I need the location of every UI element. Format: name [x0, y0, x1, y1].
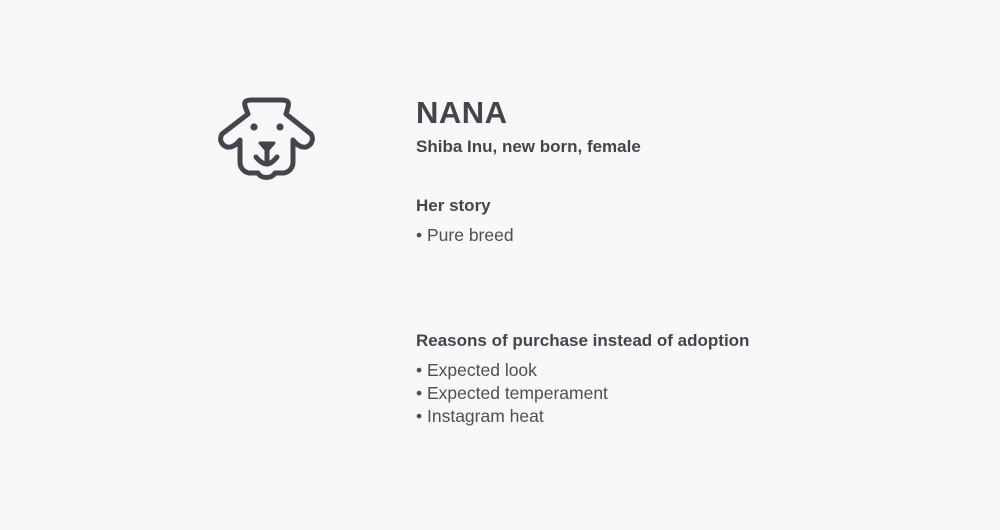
- dog-name: NANA: [416, 95, 508, 130]
- story-item: • Pure breed: [416, 225, 514, 245]
- story-heading: Her story: [416, 196, 491, 215]
- reasons-list: • Expected look • Expected temperament •…: [416, 359, 976, 428]
- reason-item: • Expected temperament: [416, 383, 608, 403]
- dog-face-icon: [214, 96, 318, 182]
- profile-card: NANA Shiba Inu, new born, female Her sto…: [416, 95, 976, 427]
- story-list: • Pure breed: [416, 224, 976, 247]
- reasons-heading: Reasons of purchase instead of adoption: [416, 331, 750, 350]
- dog-description: Shiba Inu, new born, female: [416, 137, 641, 156]
- reason-item: • Expected look: [416, 360, 537, 380]
- dog-face-icon-graphic: [218, 97, 315, 180]
- reason-item: • Instagram heat: [416, 406, 544, 426]
